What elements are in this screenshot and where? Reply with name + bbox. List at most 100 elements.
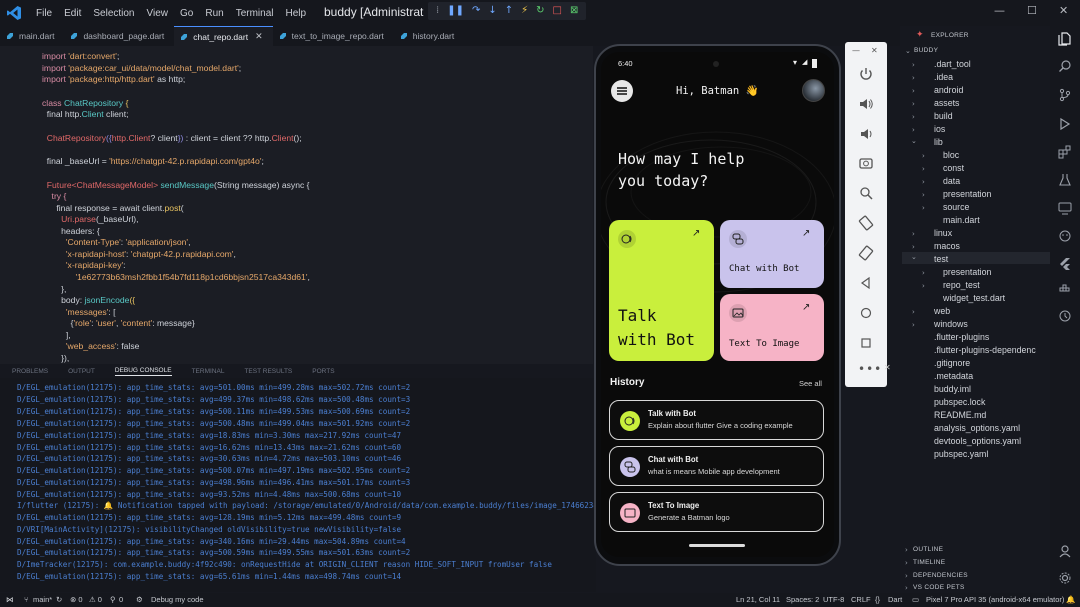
tree-item-readme[interactable]: README.md	[934, 410, 986, 420]
rotate-right-icon[interactable]	[858, 245, 874, 261]
tree-item-widget-test[interactable]: widget_test.dart	[943, 293, 1005, 303]
explorer-files-icon[interactable]	[1058, 32, 1072, 46]
tree-item-main-dart[interactable]: main.dart	[943, 215, 980, 225]
account-icon[interactable]	[1058, 544, 1072, 558]
tree-item-gitignore[interactable]: .gitignore	[934, 358, 970, 368]
tree-item-source[interactable]: source	[943, 202, 969, 212]
menu-go[interactable]: Go	[180, 8, 193, 19]
tree-item-presentation[interactable]: presentation	[943, 189, 991, 199]
tree-item-repo-test[interactable]: repo_test	[943, 280, 980, 290]
run-debug-icon[interactable]	[1058, 117, 1072, 131]
history-item[interactable]: Text To Image Generate a Batman logo	[609, 492, 824, 532]
hot-reload-icon[interactable]: ⚡	[521, 2, 528, 20]
talk-with-bot-card[interactable]: ↗ Talk with Bot	[609, 220, 714, 361]
overview-icon[interactable]	[858, 335, 874, 351]
tree-item-metadata[interactable]: .metadata	[934, 371, 973, 381]
tree-item-analysis-options[interactable]: analysis_options.yaml	[934, 423, 1020, 433]
rotate-left-icon[interactable]	[858, 215, 874, 231]
timeline-icon[interactable]	[1058, 309, 1072, 323]
menu-edit[interactable]: Edit	[64, 8, 81, 19]
tree-item-ios[interactable]: ios	[934, 124, 945, 134]
sync-icon[interactable]: ↻	[56, 595, 62, 604]
tab-output[interactable]: OUTPUT	[68, 368, 95, 375]
menu-file[interactable]: File	[36, 8, 52, 19]
close-icon[interactable]: ✕	[1059, 4, 1068, 17]
testing-icon[interactable]	[1058, 173, 1072, 187]
source-control-icon[interactable]	[1058, 88, 1072, 102]
tree-item-assets[interactable]: assets	[934, 98, 959, 108]
tree-item-flutter-plugins-dependencies[interactable]: .flutter-plugins-dependenc	[934, 345, 1036, 355]
step-over-icon[interactable]: ↷	[472, 2, 480, 20]
section-dependencies[interactable]: DEPENDENCIES	[913, 572, 968, 579]
tab-history[interactable]: history.dart	[394, 26, 464, 46]
tab-text-to-image-repo[interactable]: text_to_image_repo.dart	[273, 26, 394, 46]
errors-count[interactable]: ⊗ 0	[70, 595, 83, 604]
language-mode[interactable]: Dart	[888, 595, 902, 604]
menu-help[interactable]: Help	[286, 8, 307, 19]
indentation[interactable]: Spaces: 2	[786, 595, 819, 604]
docker-icon[interactable]	[1058, 282, 1072, 296]
menu-view[interactable]: View	[147, 8, 169, 19]
gesture-bar[interactable]	[689, 544, 745, 547]
workspace-root[interactable]: BUDDY	[914, 47, 938, 54]
tree-item-linux[interactable]: linux	[934, 228, 952, 238]
maximize-icon[interactable]: ☐	[1027, 4, 1037, 17]
notifications-icon[interactable]: 🔔	[1066, 595, 1075, 604]
section-timeline[interactable]: TIMELINE	[913, 559, 945, 566]
screenshot-icon[interactable]	[858, 155, 874, 171]
back-icon[interactable]	[858, 275, 874, 291]
see-all-link[interactable]: See all	[799, 379, 822, 388]
branch-name[interactable]: main*	[33, 595, 52, 604]
tab-problems[interactable]: PROBLEMS	[12, 368, 48, 375]
volume-down-icon[interactable]	[858, 126, 874, 142]
debug-config[interactable]: Debug my code	[151, 595, 204, 604]
code-editor[interactable]: import 'dart:convert'; import 'package:c…	[0, 46, 593, 364]
emulator-minimize-icon[interactable]: —	[852, 46, 860, 55]
section-vscode-pets[interactable]: VS CODE PETS	[913, 584, 965, 591]
tree-item-idea[interactable]: .idea	[934, 72, 953, 82]
tab-debug-console[interactable]: DEBUG CONSOLE	[114, 367, 172, 376]
menu-button[interactable]	[611, 80, 633, 102]
tree-item-pubspec-yaml[interactable]: pubspec.yaml	[934, 449, 988, 459]
tree-item-test-presentation[interactable]: presentation	[943, 267, 991, 277]
tab-dashboard-page[interactable]: dashboard_page.dart	[64, 26, 174, 46]
power-icon[interactable]	[858, 66, 874, 82]
stop-icon[interactable]: □	[553, 2, 562, 20]
tab-chat-repo[interactable]: chat_repo.dart ✕	[174, 26, 273, 46]
search-icon[interactable]	[1058, 59, 1072, 73]
line-ending[interactable]: CRLF	[851, 595, 871, 604]
pause-icon[interactable]: ❚❚	[447, 2, 464, 20]
menu-selection[interactable]: Selection	[93, 8, 134, 19]
history-item[interactable]: Talk with Bot Explain about flutter Give…	[609, 400, 824, 440]
cursor-position[interactable]: Ln 21, Col 11	[736, 595, 780, 604]
menu-terminal[interactable]: Terminal	[236, 8, 274, 19]
avatar[interactable]	[802, 79, 825, 102]
zoom-icon[interactable]	[858, 185, 874, 201]
chat-with-bot-card[interactable]: ↗ Chat with Bot	[720, 220, 824, 288]
history-item[interactable]: Chat with Bot what is means Mobile app d…	[609, 446, 824, 486]
home-icon[interactable]	[858, 305, 874, 321]
debug-console[interactable]: D/EGL_emulation(12175): app_time_stats: …	[0, 378, 596, 592]
tree-item-test[interactable]: test	[934, 254, 948, 264]
tree-item-buddy-iml[interactable]: buddy.iml	[934, 384, 971, 394]
more-icon[interactable]: •••	[858, 362, 882, 376]
tree-item-devtools-options[interactable]: devtools_options.yaml	[934, 436, 1021, 446]
tree-item-android[interactable]: android	[934, 85, 963, 95]
settings-gear-icon[interactable]	[1058, 571, 1072, 585]
tree-item-macos[interactable]: macos	[934, 241, 960, 251]
device-selector[interactable]: Pixel 7 Pro API 35 (android-x64 emulator…	[926, 595, 1064, 604]
tree-item-windows[interactable]: windows	[934, 319, 968, 329]
remote-icon[interactable]: ⋈	[6, 595, 14, 604]
step-out-icon[interactable]: ↑	[505, 2, 513, 20]
flutter-icon[interactable]	[1058, 257, 1072, 271]
tab-ports[interactable]: PORTS	[312, 368, 334, 375]
menu-run[interactable]: Run	[205, 8, 223, 19]
tree-item-data[interactable]: data	[943, 176, 960, 186]
volume-up-icon[interactable]	[858, 96, 874, 112]
warnings-count[interactable]: ⚠ 0	[89, 595, 102, 604]
devtools-icon[interactable]: ⊠	[570, 2, 578, 20]
tree-item-pubspec-lock[interactable]: pubspec.lock	[934, 397, 985, 407]
ports-count[interactable]: 0	[119, 595, 123, 604]
emulator-detach-icon[interactable]: ✕	[884, 363, 891, 372]
remote-explorer-icon[interactable]	[1058, 201, 1072, 215]
